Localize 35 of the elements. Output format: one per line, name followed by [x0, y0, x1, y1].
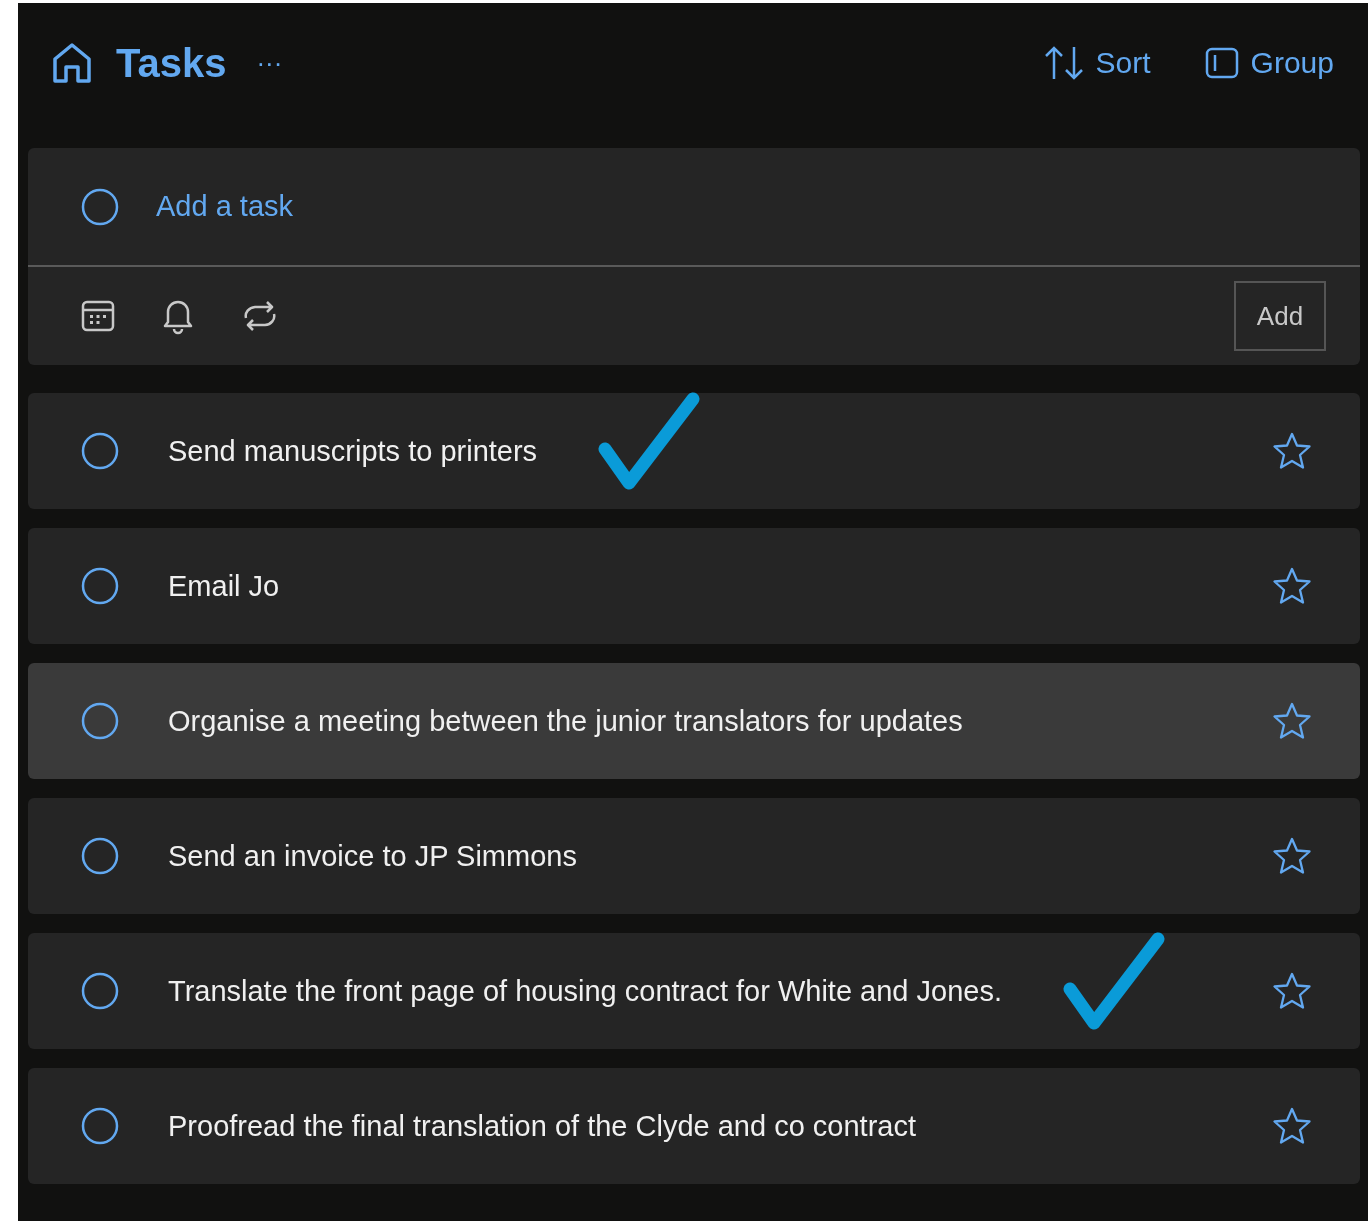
task-checkbox[interactable]	[80, 836, 120, 876]
task-row[interactable]: Translate the front page of housing contract for White and Jones.	[28, 933, 1360, 1049]
home-icon[interactable]	[50, 41, 94, 85]
sort-icon	[1043, 45, 1084, 81]
more-button[interactable]: ···	[256, 47, 283, 79]
page-title: Tasks	[116, 40, 227, 86]
circle-icon	[80, 186, 120, 227]
task-title: Send manuscripts to printers	[168, 434, 538, 468]
task-row[interactable]: Email Jo	[28, 528, 1360, 644]
task-title: Send an invoice to JP Simmons	[168, 839, 577, 873]
task-title: Translate the front page of housing contract for White and Jones.	[168, 974, 1002, 1008]
star-icon[interactable]	[1272, 971, 1312, 1011]
task-row[interactable]: Proofread the final translation of the Clyde and co contract	[28, 1068, 1360, 1184]
task-row[interactable]: Send manuscripts to printers	[28, 393, 1360, 509]
task-title: Proofread the final translation of the Clyde and co contract	[168, 1109, 916, 1143]
header-button[interactable]: Sort	[1043, 45, 1151, 81]
star-icon[interactable]	[1272, 566, 1312, 606]
calendar-icon[interactable]	[80, 298, 116, 334]
task-checkbox[interactable]	[80, 566, 120, 606]
task-checkbox[interactable]	[80, 431, 120, 471]
task-row[interactable]: Send an invoice to JP Simmons	[28, 798, 1360, 914]
task-title: Email Jo	[168, 569, 280, 603]
star-icon[interactable]	[1272, 836, 1312, 876]
task-checkbox[interactable]	[80, 701, 120, 741]
task-checkbox[interactable]	[80, 971, 120, 1011]
task-row[interactable]: Organise a meeting between the junior translators for updates	[28, 663, 1360, 779]
add-task-field[interactable]: Add a task	[154, 189, 1360, 224]
task-checkbox[interactable]	[80, 1106, 120, 1146]
star-icon[interactable]	[1272, 701, 1312, 741]
star-icon[interactable]	[1272, 1106, 1312, 1146]
task-title: Organise a meeting between the junior translators for updates	[168, 704, 963, 738]
add-button[interactable]: Add	[1234, 281, 1326, 351]
header-button[interactable]: Group	[1204, 46, 1334, 80]
star-icon[interactable]	[1272, 431, 1312, 471]
panel-icon	[1204, 46, 1239, 80]
